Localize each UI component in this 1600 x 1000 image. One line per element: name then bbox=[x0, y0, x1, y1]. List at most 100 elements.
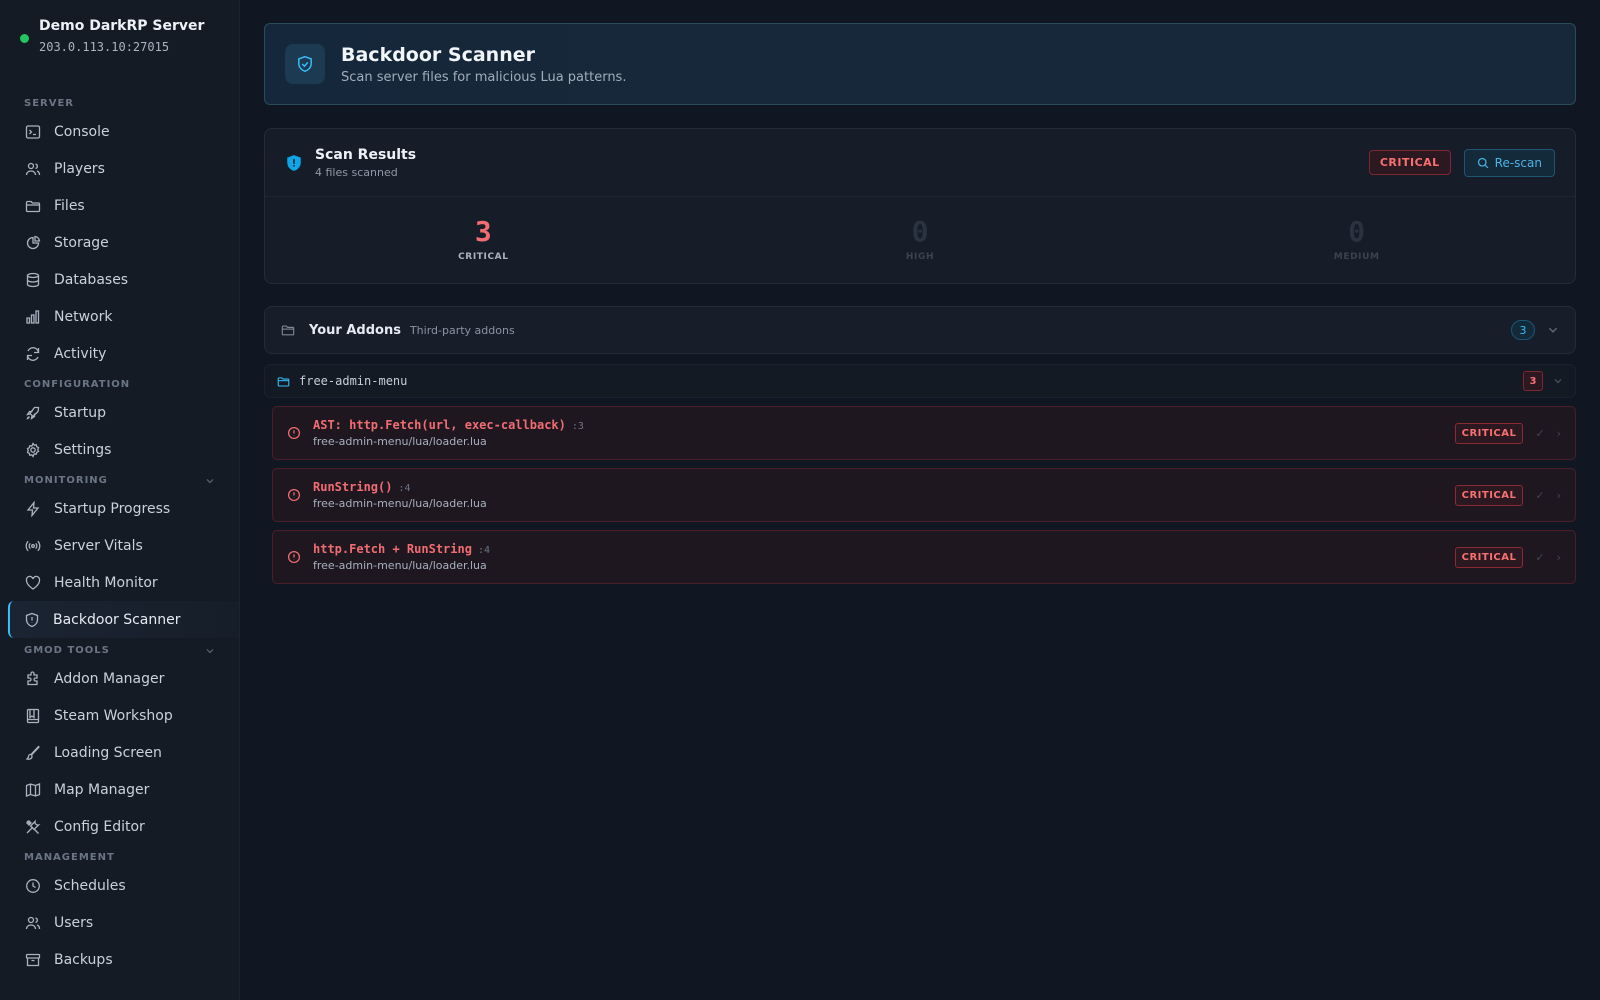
sidebar-item-label: Console bbox=[54, 123, 110, 140]
sidebar-item-databases[interactable]: Databases bbox=[0, 261, 239, 298]
sidebar: Demo DarkRP Server 203.0.113.10:27015 SE… bbox=[0, 0, 240, 1000]
section-label-monitoring[interactable]: MONITORING bbox=[0, 471, 239, 490]
lightning-icon bbox=[26, 500, 40, 517]
shield-alert-icon bbox=[25, 612, 39, 627]
sidebar-item-server-vitals[interactable]: Server Vitals bbox=[0, 527, 239, 564]
bar-chart-icon bbox=[26, 309, 40, 324]
sidebar-item-label: Health Monitor bbox=[54, 574, 158, 591]
users-icon bbox=[25, 916, 41, 929]
finding-path: free-admin-menu/lua/loader.lua bbox=[313, 435, 487, 448]
finding-row[interactable]: RunString():4 free-admin-menu/lua/loader… bbox=[272, 468, 1576, 522]
puzzle-icon bbox=[27, 670, 38, 685]
sidebar-item-loading-screen[interactable]: Loading Screen bbox=[0, 734, 239, 771]
addon-folder-row[interactable]: free-admin-menu 3 bbox=[264, 364, 1576, 398]
chevron-down-icon bbox=[1554, 379, 1562, 384]
brush-icon bbox=[25, 745, 40, 760]
page-subtitle: Scan server files for malicious Lua patt… bbox=[341, 69, 627, 85]
sidebar-item-label: Activity bbox=[54, 345, 107, 362]
stat-medium-label: MEDIUM bbox=[1333, 252, 1380, 262]
clock-icon bbox=[26, 878, 40, 893]
section-label-text: GMOD TOOLS bbox=[24, 645, 110, 656]
check-icon[interactable]: ✓ bbox=[1535, 551, 1544, 564]
chevron-down-icon bbox=[206, 648, 214, 653]
sidebar-item-label: Settings bbox=[54, 441, 112, 458]
finding-row[interactable]: http.Fetch + RunString:4 free-admin-menu… bbox=[272, 530, 1576, 584]
sidebar-item-network[interactable]: Network bbox=[0, 298, 239, 335]
archive-icon bbox=[25, 953, 41, 966]
finding-severity-badge: CRITICAL bbox=[1454, 484, 1524, 506]
broadcast-icon bbox=[25, 540, 41, 551]
tools-icon bbox=[26, 819, 41, 834]
main-content: Backdoor Scanner Scan server files for m… bbox=[240, 0, 1600, 1000]
server-name: Demo DarkRP Server bbox=[39, 18, 205, 34]
sidebar-item-startup[interactable]: Startup bbox=[0, 394, 239, 431]
addons-title: Your Addons bbox=[309, 322, 401, 338]
sidebar-item-label: Backdoor Scanner bbox=[53, 611, 181, 628]
sidebar-item-backdoor-scanner[interactable]: Backdoor Scanner bbox=[8, 601, 239, 638]
alert-circle-icon bbox=[287, 550, 301, 564]
stat-critical-label: CRITICAL bbox=[458, 252, 509, 262]
sidebar-item-startup-progress[interactable]: Startup Progress bbox=[0, 490, 239, 527]
section-label-management: MANAGEMENT bbox=[0, 848, 239, 867]
sidebar-item-schedules[interactable]: Schedules bbox=[0, 867, 239, 904]
sidebar-item-console[interactable]: Console bbox=[0, 113, 239, 150]
sidebar-item-label: Steam Workshop bbox=[54, 707, 173, 724]
section-label-text: MONITORING bbox=[24, 475, 108, 486]
your-addons-group[interactable]: Your Addons Third-party addons 3 bbox=[264, 306, 1576, 354]
finding-severity-badge: CRITICAL bbox=[1454, 422, 1524, 444]
sidebar-item-health-monitor[interactable]: Health Monitor bbox=[0, 564, 239, 601]
addons-count-badge: 3 bbox=[1511, 320, 1535, 340]
sidebar-item-label: Databases bbox=[54, 271, 129, 288]
heart-icon bbox=[25, 575, 41, 590]
alert-circle-icon bbox=[287, 488, 301, 502]
overall-severity-badge: CRITICAL bbox=[1368, 150, 1451, 175]
section-label-configuration: CONFIGURATION bbox=[0, 375, 239, 394]
sidebar-item-label: Addon Manager bbox=[54, 670, 165, 687]
severity-stats: 3 CRITICAL 0 HIGH 0 MEDIUM bbox=[265, 197, 1575, 284]
finding-title: AST: http.Fetch(url, exec-callback):3 bbox=[313, 418, 1455, 432]
sidebar-item-settings[interactable]: Settings bbox=[0, 431, 239, 468]
folder-icon bbox=[25, 200, 41, 212]
sidebar-item-files[interactable]: Files bbox=[0, 187, 239, 224]
chevron-right-icon[interactable]: › bbox=[1557, 427, 1561, 440]
check-icon[interactable]: ✓ bbox=[1535, 427, 1544, 440]
sidebar-item-label: Server Vitals bbox=[54, 537, 143, 554]
sidebar-item-label: Map Manager bbox=[54, 781, 150, 798]
sidebar-item-backups[interactable]: Backups bbox=[0, 941, 239, 978]
sidebar-item-steam-workshop[interactable]: Steam Workshop bbox=[0, 697, 239, 734]
folder-icon bbox=[281, 325, 295, 336]
addon-folder-name: free-admin-menu bbox=[299, 374, 408, 388]
section-label-gmod-tools[interactable]: GMOD TOOLS bbox=[0, 641, 239, 660]
sidebar-item-users[interactable]: Users bbox=[0, 904, 239, 941]
chevron-right-icon[interactable]: › bbox=[1557, 489, 1561, 502]
rescan-label: Re-scan bbox=[1494, 155, 1542, 170]
database-icon bbox=[26, 272, 40, 287]
users-icon bbox=[25, 162, 41, 175]
check-icon[interactable]: ✓ bbox=[1535, 489, 1544, 502]
sidebar-item-map-manager[interactable]: Map Manager bbox=[0, 771, 239, 808]
sidebar-item-storage[interactable]: Storage bbox=[0, 224, 239, 261]
server-address: 203.0.113.10:27015 bbox=[39, 40, 170, 54]
finding-row[interactable]: AST: http.Fetch(url, exec-callback):3 fr… bbox=[272, 406, 1576, 460]
app-root: Demo DarkRP Server 203.0.113.10:27015 SE… bbox=[0, 0, 1600, 1000]
sidebar-item-players[interactable]: Players bbox=[0, 150, 239, 187]
sidebar-item-config-editor[interactable]: Config Editor bbox=[0, 808, 239, 845]
stat-critical-value: 3 bbox=[474, 215, 492, 248]
chevron-right-icon[interactable]: › bbox=[1557, 551, 1561, 564]
sidebar-item-activity[interactable]: Activity bbox=[0, 335, 239, 372]
sidebar-item-label: Startup bbox=[54, 404, 106, 421]
page-header: Backdoor Scanner Scan server files for m… bbox=[264, 23, 1576, 105]
section-label-text: CONFIGURATION bbox=[24, 379, 131, 390]
server-header[interactable]: Demo DarkRP Server 203.0.113.10:27015 bbox=[0, 16, 239, 76]
sidebar-item-label: Loading Screen bbox=[54, 744, 162, 761]
addons-subtitle: Third-party addons bbox=[409, 323, 515, 337]
server-status-dot bbox=[20, 34, 29, 43]
scan-results-title: Scan Results bbox=[315, 146, 417, 163]
terminal-icon bbox=[25, 124, 41, 139]
addon-finding-count: 3 bbox=[1523, 371, 1543, 391]
sidebar-item-addon-manager[interactable]: Addon Manager bbox=[0, 660, 239, 697]
stat-high: 0 HIGH bbox=[702, 197, 1139, 284]
rescan-button[interactable]: Re-scan bbox=[1463, 148, 1555, 177]
refresh-icon bbox=[26, 346, 40, 361]
search-icon bbox=[1477, 157, 1488, 168]
